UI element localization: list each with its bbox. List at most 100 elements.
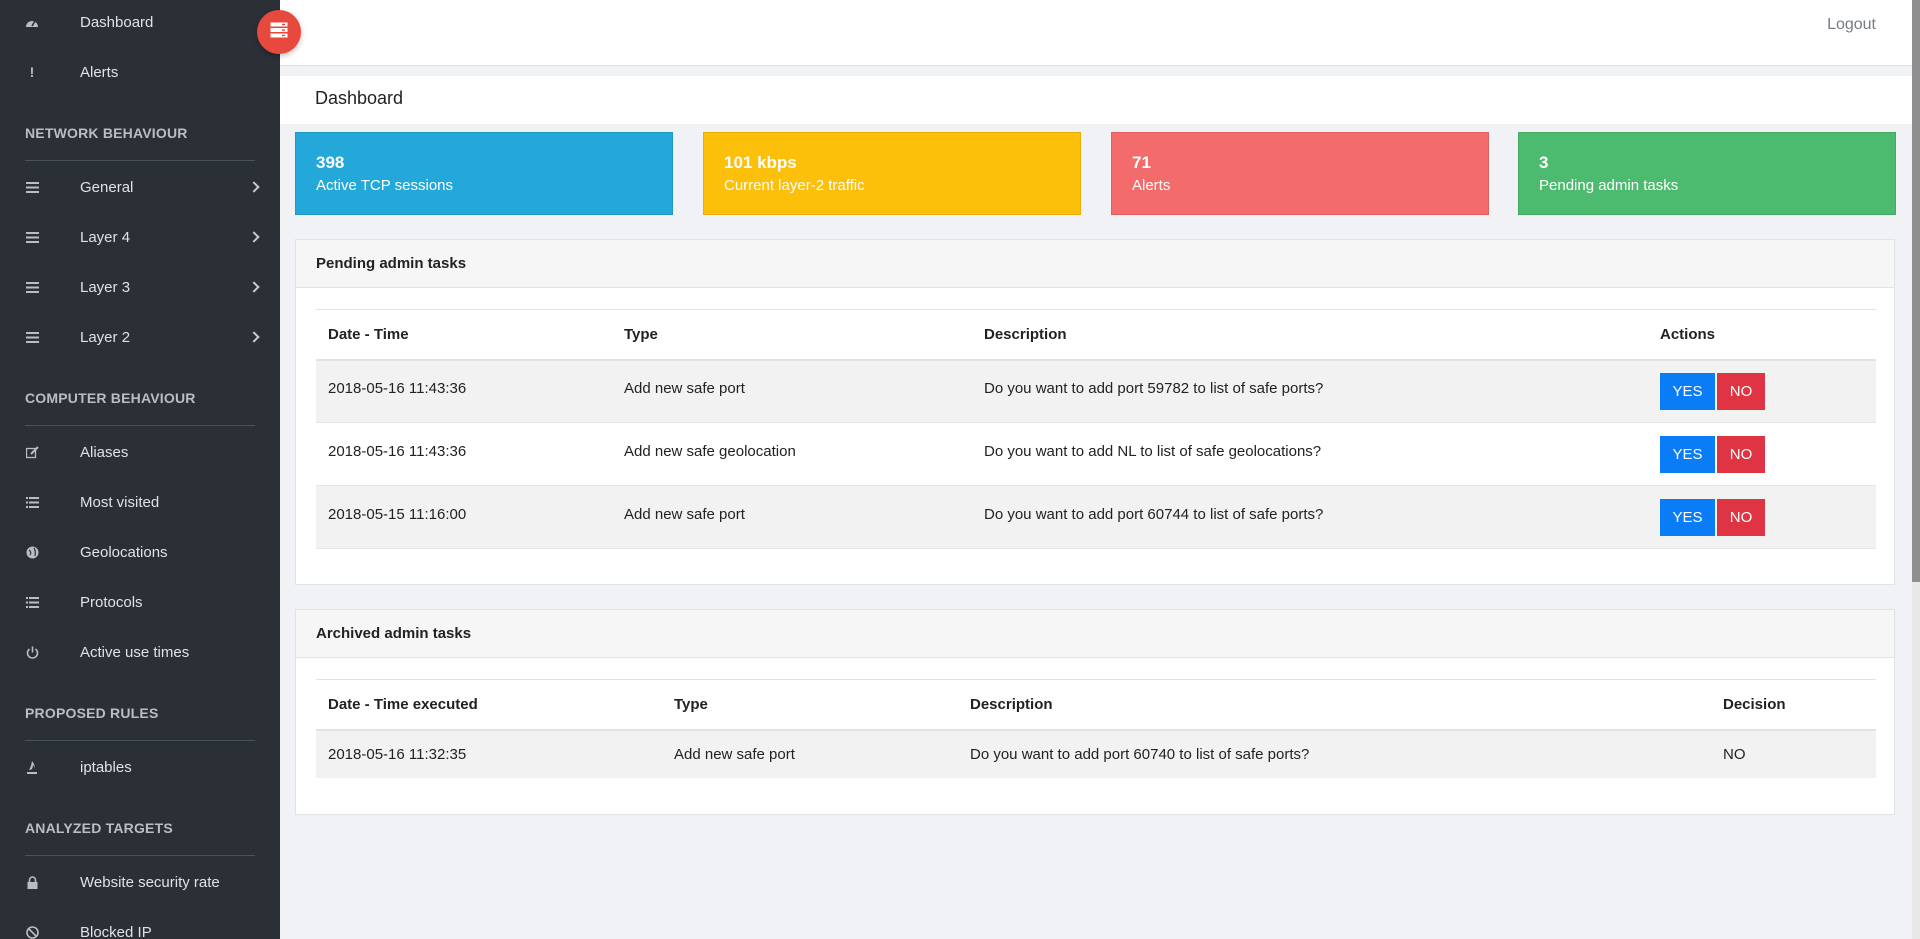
panel-header: Archived admin tasks	[296, 610, 1894, 658]
no-button[interactable]: NO	[1717, 435, 1765, 473]
cell-description: Do you want to add port 60744 to list of…	[984, 505, 1324, 523]
column-header: Decision	[1711, 679, 1876, 731]
pending-tasks-table: Date - Time Type Description Actions 201…	[316, 309, 1876, 549]
sidebar-item-label: Dashboard	[80, 13, 154, 31]
section-title: COMPUTER BEHAVIOUR	[25, 390, 196, 406]
cell-actions: YES NO	[1648, 486, 1876, 549]
panel-title: Archived admin tasks	[316, 625, 472, 642]
no-button[interactable]: NO	[1717, 498, 1765, 536]
stat-card-layer2-traffic: 101 kbps Current layer-2 traffic	[703, 132, 1081, 215]
table-header-row: Date - Time Type Description Actions	[316, 309, 1876, 361]
cell-decision: NO	[1723, 745, 1746, 763]
page-title: Dashboard	[315, 88, 404, 108]
column-header: Actions	[1648, 309, 1876, 361]
archived-tasks-panel: Archived admin tasks Date - Time execute…	[295, 609, 1895, 815]
stat-value: 71	[1132, 153, 1151, 172]
sidebar-item-active-use-times[interactable]: Active use times	[0, 627, 280, 677]
table-row: 2018-05-16 11:43:36 Add new safe port Do…	[316, 359, 1876, 423]
chevron-right-icon	[248, 181, 260, 193]
exclamation-icon: !	[29, 64, 35, 80]
sidebar-item-alerts[interactable]: ! Alerts	[0, 47, 280, 97]
lock-icon	[25, 875, 39, 889]
sidebar-item-label: Active use times	[80, 643, 190, 661]
logout-link[interactable]: Logout	[1827, 16, 1876, 34]
archived-tasks-table: Date - Time executed Type Description De…	[316, 679, 1876, 778]
top-bar: Logout	[280, 0, 1912, 66]
sidebar-item-label: Layer 3	[80, 278, 131, 296]
column-header: Date - Time	[316, 309, 612, 361]
yes-button[interactable]: YES	[1660, 498, 1715, 536]
sidebar-item-layer-3[interactable]: Layer 3	[0, 262, 280, 312]
scrollbar-thumb[interactable]	[1912, 0, 1920, 582]
sidebar-item-geolocations[interactable]: Geolocations	[0, 527, 280, 577]
divider	[25, 740, 255, 741]
divider	[25, 160, 255, 161]
cell-type: Add new safe port	[674, 745, 795, 763]
sidebar-item-blocked-ip[interactable]: Blocked IP	[0, 907, 280, 939]
table-header-row: Date - Time executed Type Description De…	[316, 679, 1876, 731]
sidebar-item-iptables[interactable]: iptables	[0, 742, 280, 792]
panel-header: Pending admin tasks	[296, 240, 1894, 288]
sidebar-item-layer-4[interactable]: Layer 4	[0, 212, 280, 262]
stat-label: Alerts	[1132, 177, 1171, 194]
stat-card-alerts: 71 Alerts	[1111, 132, 1489, 215]
globe-icon	[25, 545, 39, 559]
cell-datetime: 2018-05-16 11:43:36	[328, 379, 467, 397]
divider	[25, 425, 255, 426]
sidebar-item-label: Blocked IP	[80, 923, 152, 939]
table-row: 2018-05-16 11:32:35 Add new safe port Do…	[316, 729, 1876, 778]
cell-actions: YES NO	[1648, 360, 1876, 423]
stat-label: Pending admin tasks	[1539, 177, 1679, 194]
section-network-behaviour: NETWORK BEHAVIOUR	[0, 97, 280, 162]
column-header: Description	[958, 679, 1711, 731]
dashboard-icon	[25, 15, 39, 29]
sidebar-item-most-visited[interactable]: Most visited	[0, 477, 280, 527]
cell-type: Add new safe port	[624, 505, 745, 523]
stat-card-tcp-sessions: 398 Active TCP sessions	[295, 132, 673, 215]
sidebar-item-label: General	[80, 178, 134, 196]
sidebar-item-general[interactable]: General	[0, 162, 280, 212]
sidebar-item-aliases[interactable]: Aliases	[0, 427, 280, 477]
stat-label: Current layer-2 traffic	[724, 177, 865, 194]
table-row: 2018-05-16 11:43:36 Add new safe geoloca…	[316, 423, 1876, 486]
cell-datetime: 2018-05-16 11:32:35	[328, 745, 467, 763]
edit-icon	[25, 445, 39, 459]
no-button[interactable]: NO	[1717, 372, 1765, 410]
sidebar-item-label: Most visited	[80, 493, 160, 511]
cell-description: Do you want to add port 59782 to list of…	[984, 379, 1324, 397]
sidebar-item-dashboard[interactable]: Dashboard	[0, 0, 280, 47]
scrollbar[interactable]	[1912, 0, 1920, 939]
cell-datetime: 2018-05-16 11:43:36	[328, 442, 467, 460]
stat-value: 101 kbps	[724, 153, 797, 172]
column-header: Type	[662, 679, 958, 731]
section-title: NETWORK BEHAVIOUR	[25, 125, 188, 141]
sidebar-item-label: Alerts	[80, 63, 119, 81]
bars-icon	[25, 330, 39, 344]
sidebar-item-layer-2[interactable]: Layer 2	[0, 312, 280, 362]
bars-icon	[25, 180, 39, 194]
chevron-right-icon	[248, 281, 260, 293]
list-icon	[25, 495, 39, 509]
yes-button[interactable]: YES	[1660, 372, 1715, 410]
sidebar-item-label: iptables	[80, 758, 132, 776]
section-title: PROPOSED RULES	[25, 705, 159, 721]
cell-description: Do you want to add NL to list of safe ge…	[984, 442, 1322, 460]
sidebar-toggle-button[interactable]	[257, 10, 301, 54]
section-analyzed-targets: ANALYZED TARGETS	[0, 792, 280, 857]
stat-value: 398	[316, 153, 345, 172]
sidebar: Dashboard ! Alerts NETWORK BEHAVIOUR Gen…	[0, 0, 280, 939]
sidebar-item-label: Layer 2	[80, 328, 131, 346]
bars-icon	[25, 280, 39, 294]
sidebar-item-protocols[interactable]: Protocols	[0, 577, 280, 627]
sidebar-item-label: Aliases	[80, 443, 129, 461]
stat-value: 3	[1539, 153, 1549, 172]
cell-type: Add new safe port	[624, 379, 745, 397]
stat-card-pending-tasks: 3 Pending admin tasks	[1518, 132, 1896, 215]
sidebar-item-website-security-rate[interactable]: Website security rate	[0, 857, 280, 907]
section-title: ANALYZED TARGETS	[25, 820, 173, 836]
cell-type: Add new safe geolocation	[624, 442, 796, 460]
yes-button[interactable]: YES	[1660, 435, 1715, 473]
sidebar-item-label: Protocols	[80, 593, 143, 611]
cell-description: Do you want to add port 60740 to list of…	[970, 745, 1310, 763]
column-header: Type	[612, 309, 972, 361]
